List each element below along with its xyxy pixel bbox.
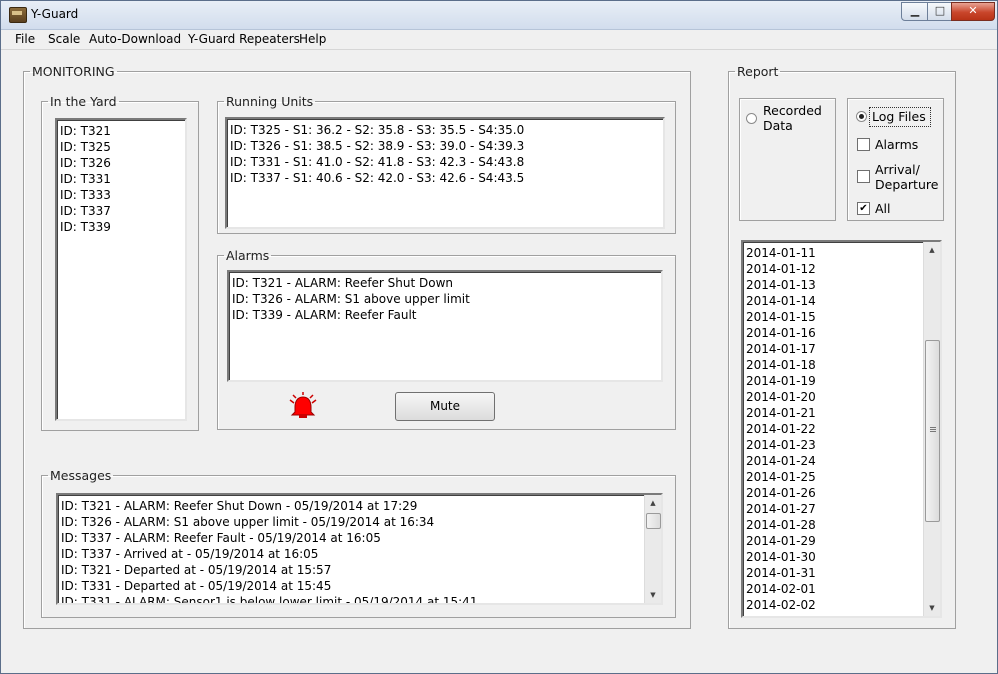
date-list-item[interactable]: 2014-01-26 [743,485,922,501]
grip-line [930,429,936,430]
scrollbar-thumb[interactable] [925,340,940,522]
all-filter-label[interactable]: All [875,201,891,216]
list-item[interactable]: ID: T321 - ALARM: Reefer Shut Down [229,275,661,291]
alarm-bell-icon [287,391,319,423]
date-list-item[interactable]: 2014-01-20 [743,389,922,405]
list-item[interactable]: ID: T325 [57,139,185,155]
date-list-item[interactable]: 2014-01-13 [743,277,922,293]
arrival-departure-label-line1: Arrival/ [875,162,920,177]
date-list-item[interactable]: 2014-01-21 [743,405,922,421]
scroll-down-arrow-icon[interactable]: ▼ [645,587,661,603]
menu-repeaters[interactable]: Y-Guard Repeaters [188,32,300,46]
date-list-item[interactable]: 2014-01-28 [743,517,922,533]
close-button[interactable]: ✕ [951,2,995,21]
date-list-item[interactable]: 2014-01-12 [743,261,922,277]
list-item[interactable]: ID: T331 - ALARM: Sensor1 is below lower… [58,594,643,603]
minimize-button[interactable]: ▁ [901,2,929,21]
messages-scrollbar[interactable]: ▲ ▼ [644,495,661,603]
menu-scale[interactable]: Scale [48,32,80,46]
alarms-filter-label[interactable]: Alarms [875,137,918,152]
list-item[interactable]: ID: T325 - S1: 36.2 - S2: 35.8 - S3: 35.… [227,122,663,138]
date-list-item[interactable]: 2014-01-29 [743,533,922,549]
scroll-up-arrow-icon[interactable]: ▲ [924,242,940,258]
date-list-item[interactable]: 2014-01-24 [743,453,922,469]
running-units-title: Running Units [226,94,314,109]
report-title: Report [737,64,779,79]
menu-file[interactable]: File [15,32,35,46]
list-item[interactable]: ID: T331 - S1: 41.0 - S2: 41.8 - S3: 42.… [227,154,663,170]
messages-list[interactable]: ID: T321 - ALARM: Reefer Shut Down - 05/… [56,493,663,605]
alarms-list[interactable]: ID: T321 - ALARM: Reefer Shut Down ID: T… [227,270,663,382]
yard-title: In the Yard [50,94,117,109]
list-item[interactable]: ID: T326 - ALARM: S1 above upper limit [229,291,661,307]
date-list-item[interactable]: 2014-01-22 [743,421,922,437]
recorded-data-label-line1: Recorded [763,103,822,118]
all-checkbox[interactable]: ✔ [857,202,870,215]
date-list-item[interactable]: 2014-01-11 [743,245,922,261]
list-item[interactable]: ID: T339 - ALARM: Reefer Fault [229,307,661,323]
list-item[interactable]: ID: T333 [57,187,185,203]
date-list-item[interactable]: 2014-01-30 [743,549,922,565]
scroll-up-arrow-icon[interactable]: ▲ [645,495,661,511]
arrival-departure-label-line2: Departure [875,177,939,192]
date-list-item[interactable]: 2014-02-01 [743,581,922,597]
list-item[interactable]: ID: T331 - Departed at - 05/19/2014 at 1… [58,578,643,594]
alarms-checkbox[interactable] [857,138,870,151]
running-units-list[interactable]: ID: T325 - S1: 36.2 - S2: 35.8 - S3: 35.… [225,117,665,229]
date-list-item[interactable]: 2014-01-15 [743,309,922,325]
app-window: Y-Guard ▁ □ ✕ File Scale Auto-Download Y… [0,0,998,674]
list-item[interactable]: ID: T321 - Departed at - 05/19/2014 at 1… [58,562,643,578]
alarms-title: Alarms [226,248,270,263]
log-dates-list[interactable]: 2014-01-11 2014-01-12 2014-01-13 2014-01-14… [741,240,942,618]
date-list-item[interactable]: 2014-01-25 [743,469,922,485]
list-item[interactable]: ID: T326 - S1: 38.5 - S2: 38.9 - S3: 39.… [227,138,663,154]
scroll-down-arrow-icon[interactable]: ▼ [924,600,940,616]
list-item[interactable]: ID: T326 - ALARM: S1 above upper limit -… [58,514,643,530]
checkmark-icon: ✔ [859,203,868,214]
monitoring-title: MONITORING [32,64,115,79]
list-item[interactable]: ID: T339 [57,219,185,235]
dates-container: 2014-01-11 2014-01-12 2014-01-13 2014-01-14… [743,242,940,613]
mute-button[interactable]: Mute [395,392,495,421]
recorded-data-label-line2: Data [763,118,793,133]
arrival-departure-checkbox[interactable] [857,170,870,183]
date-list-item[interactable]: 2014-01-18 [743,357,922,373]
app-truck-icon [9,7,27,23]
date-list-item[interactable]: 2014-01-23 [743,437,922,453]
recorded-data-label[interactable]: Recorded Data [763,103,822,133]
list-item[interactable]: ID: T326 [57,155,185,171]
list-item[interactable]: ID: T331 [57,171,185,187]
grip-line [930,431,936,432]
list-item[interactable]: ID: T337 - S1: 40.6 - S2: 42.0 - S3: 42.… [227,170,663,186]
list-item[interactable]: ID: T337 [57,203,185,219]
list-item[interactable]: ID: T337 - ALARM: Reefer Fault - 05/19/2… [58,530,643,546]
window-title: Y-Guard [31,7,79,21]
scrollbar-thumb[interactable] [646,513,661,529]
messages-title: Messages [50,468,112,483]
dates-scrollbar[interactable]: ▲ ▼ [923,242,940,616]
grip-line [930,427,936,428]
menu-auto-download[interactable]: Auto-Download [89,32,181,46]
log-files-label[interactable]: Log Files [872,109,926,124]
list-item[interactable]: ID: T321 - ALARM: Reefer Shut Down - 05/… [58,498,643,514]
menu-help[interactable]: Help [299,32,326,46]
list-item[interactable]: ID: T337 - Arrived at - 05/19/2014 at 16… [58,546,643,562]
date-list-item[interactable]: 2014-01-31 [743,565,922,581]
yard-list[interactable]: ID: T321 ID: T325 ID: T326 ID: T331 ID: … [55,118,187,421]
date-list-item[interactable]: 2014-01-27 [743,501,922,517]
arrival-departure-label[interactable]: Arrival/ Departure [875,162,938,192]
date-list-item[interactable]: 2014-01-17 [743,341,922,357]
recorded-data-radio[interactable] [746,113,757,124]
title-bar[interactable]: Y-Guard ▁ □ ✕ [1,1,997,30]
date-list-item[interactable]: 2014-01-14 [743,293,922,309]
menu-bar: File Scale Auto-Download Y-Guard Repeate… [1,30,997,50]
date-list-item[interactable]: 2014-02-02 [743,597,922,613]
date-list-item[interactable]: 2014-01-19 [743,373,922,389]
maximize-button[interactable]: □ [927,2,953,21]
log-files-radio[interactable] [856,111,867,122]
list-item[interactable]: ID: T321 [57,123,185,139]
date-list-item[interactable]: 2014-01-16 [743,325,922,341]
